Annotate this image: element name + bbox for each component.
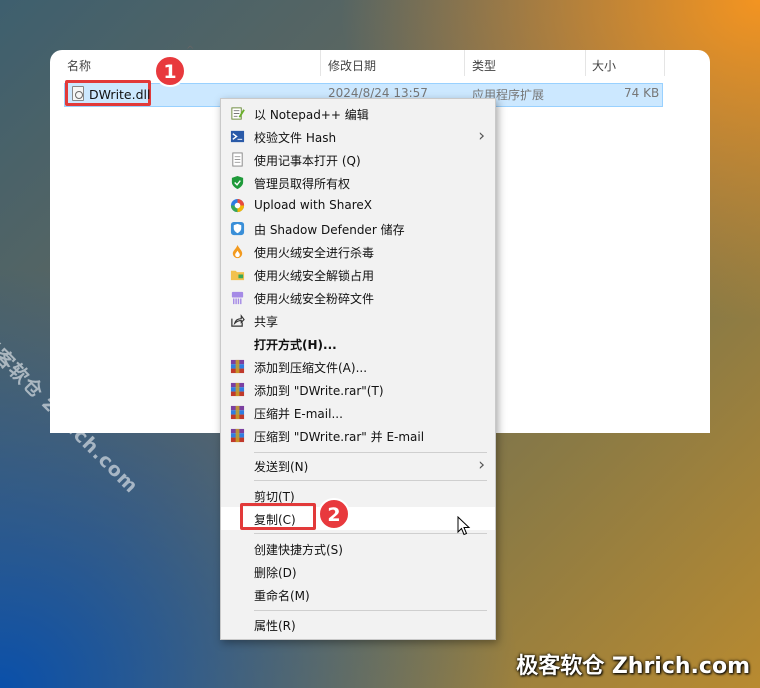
menu-label: 使用火绒安全解锁占用 <box>254 269 375 283</box>
column-divider[interactable] <box>664 50 665 76</box>
menu-item-notepad-open[interactable]: 使用记事本打开 (Q) <box>221 148 495 171</box>
menu-item-huorong-shred[interactable]: 使用火绒安全粉碎文件 <box>221 286 495 309</box>
column-divider[interactable] <box>464 50 465 76</box>
menu-item-huorong-scan[interactable]: 使用火绒安全进行杀毒 <box>221 240 495 263</box>
shredder-icon <box>231 291 244 305</box>
menu-item-properties[interactable]: 属性(R) <box>221 613 495 636</box>
column-type[interactable]: 类型 <box>472 57 496 74</box>
column-name[interactable]: 名称 <box>67 57 91 74</box>
context-menu: 以 Notepad++ 编辑 校验文件 Hash › 使用记事本打开 (Q) 管… <box>220 98 496 640</box>
menu-label: 使用记事本打开 (Q) <box>254 154 361 168</box>
file-name-highlight[interactable]: DWrite.dll <box>65 80 151 106</box>
menu-label: 创建快捷方式(S) <box>254 543 343 557</box>
menu-label: 重命名(M) <box>254 589 310 603</box>
shield-icon <box>231 175 244 190</box>
step-badge-2: 2 <box>318 498 350 530</box>
menu-item-shadow-defender[interactable]: 由 Shadow Defender 储存 <box>221 217 495 240</box>
menu-item-share[interactable]: 共享 <box>221 309 495 332</box>
menu-item-delete[interactable]: 删除(D) <box>221 560 495 583</box>
winrar-icon <box>230 359 245 374</box>
copy-highlight <box>240 503 316 530</box>
menu-item-notepadpp[interactable]: 以 Notepad++ 编辑 <box>221 102 495 125</box>
column-header: ^ 名称 修改日期 类型 大小 <box>50 45 710 76</box>
menu-separator <box>254 533 487 534</box>
menu-label: 添加到 "DWrite.rar"(T) <box>254 384 384 398</box>
menu-separator <box>254 452 487 453</box>
menu-item-sharex[interactable]: Upload with ShareX <box>221 194 495 217</box>
step-badge-1: 1 <box>154 55 186 87</box>
menu-item-rename[interactable]: 重命名(M) <box>221 583 495 606</box>
menu-separator <box>254 610 487 611</box>
menu-item-huorong-unlock[interactable]: 使用火绒安全解锁占用 <box>221 263 495 286</box>
share-icon <box>231 314 245 327</box>
huorong-flame-icon <box>232 244 243 259</box>
notepad-icon <box>232 152 243 167</box>
file-size: 74 KB <box>624 86 660 100</box>
menu-item-zip-email[interactable]: 压缩并 E-mail... <box>221 401 495 424</box>
menu-label: 校验文件 Hash <box>254 131 337 145</box>
menu-item-create-shortcut[interactable]: 创建快捷方式(S) <box>221 537 495 560</box>
menu-label: 由 Shadow Defender 储存 <box>254 223 405 237</box>
menu-item-take-ownership[interactable]: 管理员取得所有权 <box>221 171 495 194</box>
menu-item-open-with[interactable]: 打开方式(H)... <box>221 332 495 355</box>
mouse-cursor-icon <box>457 516 471 536</box>
column-divider[interactable] <box>585 50 586 76</box>
column-divider[interactable] <box>320 50 321 76</box>
menu-item-hash[interactable]: 校验文件 Hash › <box>221 125 495 148</box>
menu-label: 共享 <box>254 315 279 329</box>
corner-watermark: 极客软仓 Zhrich.com <box>516 654 750 679</box>
column-size[interactable]: 大小 <box>592 57 616 74</box>
column-modified[interactable]: 修改日期 <box>328 57 376 74</box>
menu-item-zip-rar-email[interactable]: 压缩到 "DWrite.rar" 并 E-mail <box>221 424 495 447</box>
menu-label: 删除(D) <box>254 566 297 580</box>
notepadpp-icon <box>231 107 245 120</box>
menu-label: 压缩到 "DWrite.rar" 并 E-mail <box>254 430 425 444</box>
menu-label: Upload with ShareX <box>254 198 372 212</box>
menu-label: 压缩并 E-mail... <box>254 407 343 421</box>
dll-file-icon <box>72 86 84 101</box>
menu-label: 以 Notepad++ 编辑 <box>254 108 369 122</box>
menu-separator <box>254 480 487 481</box>
menu-item-add-rar[interactable]: 添加到 "DWrite.rar"(T) <box>221 378 495 401</box>
menu-label: 属性(R) <box>254 619 296 633</box>
menu-item-send-to[interactable]: 发送到(N) › <box>221 454 495 477</box>
winrar-icon <box>230 428 245 443</box>
menu-label: 打开方式(H)... <box>254 338 337 352</box>
folder-lock-icon <box>230 270 245 281</box>
menu-label: 管理员取得所有权 <box>254 177 351 191</box>
terminal-icon <box>230 130 245 143</box>
sort-ascending-icon: ^ <box>186 45 195 56</box>
file-name[interactable]: DWrite.dll <box>89 87 150 102</box>
chevron-right-icon: › <box>478 455 485 475</box>
menu-label: 使用火绒安全粉碎文件 <box>254 292 375 306</box>
menu-label: 发送到(N) <box>254 460 309 474</box>
menu-label: 添加到压缩文件(A)... <box>254 361 368 375</box>
sharex-icon <box>230 198 245 213</box>
winrar-icon <box>230 405 245 420</box>
menu-item-add-archive[interactable]: 添加到压缩文件(A)... <box>221 355 495 378</box>
chevron-right-icon: › <box>478 126 485 146</box>
menu-label: 使用火绒安全进行杀毒 <box>254 246 375 260</box>
winrar-icon <box>230 382 245 397</box>
shadow-defender-icon <box>230 221 245 236</box>
